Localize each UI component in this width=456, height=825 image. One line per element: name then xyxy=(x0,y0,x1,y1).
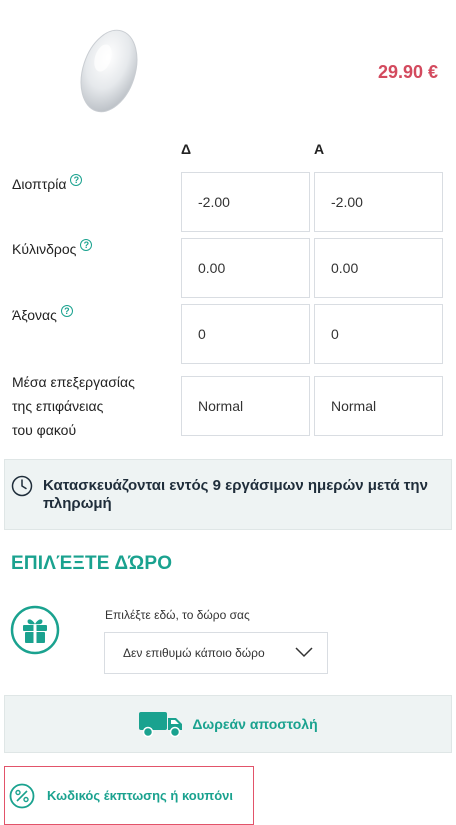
axis-right-field[interactable]: 0 xyxy=(181,304,310,364)
product-price: 29.90 € xyxy=(377,62,438,82)
axis-left-field[interactable]: 0 xyxy=(314,304,443,364)
clock-icon xyxy=(11,475,33,497)
sphere-left-field[interactable]: -2.00 xyxy=(314,172,443,232)
surface-treatment-right-field[interactable]: Normal xyxy=(181,376,310,436)
gift-select[interactable]: Δεν επιθυμώ κάποιο δώρο xyxy=(104,632,328,674)
free-shipping-label: Δωρεάν αποστολή xyxy=(192,716,318,732)
column-header-left-eye: Α xyxy=(314,141,325,157)
row-label-axis: Άξονας? xyxy=(12,303,73,327)
chevron-down-icon xyxy=(295,647,313,658)
gift-caption: Επιλέξτε εδώ, το δώρο σας xyxy=(105,608,250,622)
cylinder-right-field[interactable]: 0.00 xyxy=(181,238,310,298)
gift-select-value: Δεν επιθυμώ κάποιο δώρο xyxy=(123,646,265,660)
row-label-surface-treatment: Μέσα επεξεργασίας της επιφάνειας του φακ… xyxy=(12,374,135,438)
help-icon[interactable]: ? xyxy=(60,305,73,317)
percent-icon xyxy=(9,783,35,808)
row-label-sphere: Διοπτρία? xyxy=(12,172,83,196)
help-icon[interactable]: ? xyxy=(70,174,83,186)
cylinder-left-field[interactable]: 0.00 xyxy=(314,238,443,298)
gift-icon xyxy=(10,605,60,655)
help-icon[interactable]: ? xyxy=(80,239,93,251)
gift-section-title: ΕΠΙΛΈΞΤΕ ΔΏΡΟ xyxy=(11,553,173,574)
surface-treatment-left-field[interactable]: Normal xyxy=(314,376,443,436)
truck-icon xyxy=(139,712,183,738)
coupon-button[interactable]: Κωδικός έκπτωσης ή κουπόνι xyxy=(4,766,254,825)
production-time-notice: Κατασκευάζονται εντός 9 εργάσιμων ημερών… xyxy=(4,459,452,530)
lens-image xyxy=(80,29,138,113)
production-time-text: Κατασκευάζονται εντός 9 εργάσιμων ημερών… xyxy=(43,477,428,512)
free-shipping-banner: Δωρεάν αποστολή xyxy=(4,695,452,753)
coupon-label: Κωδικός έκπτωσης ή κουπόνι xyxy=(47,788,234,803)
sphere-right-field[interactable]: -2.00 xyxy=(181,172,310,232)
row-label-cylinder: Κύλινδρος? xyxy=(12,237,93,261)
column-header-right-eye: Δ xyxy=(181,141,192,157)
